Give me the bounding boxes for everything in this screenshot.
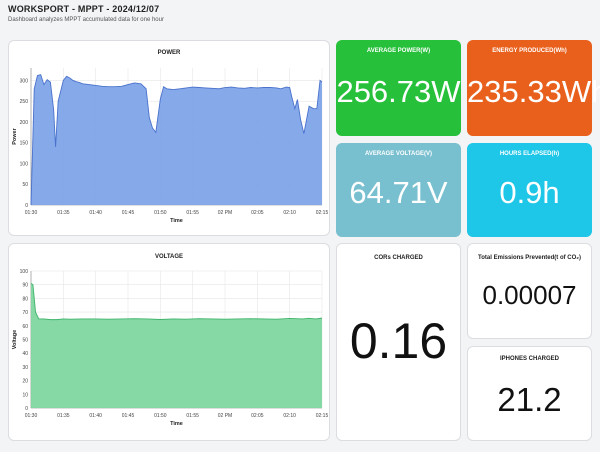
power-y-tick-label: 200 — [20, 120, 29, 126]
voltage-y-tick-label: 80 — [22, 296, 28, 302]
power-x-tick-label: 02:10 — [283, 210, 296, 216]
power-y-tick-label: 0 — [25, 203, 28, 209]
power-x-tick-label: 02 PM — [218, 210, 232, 216]
cors-charged-card: CORs CHARGED 0.16 — [336, 243, 461, 441]
average-power-value: 256.73W — [336, 74, 461, 109]
page-subtitle: Dashboard analyzes MPPT accumulated data… — [8, 17, 164, 23]
iphones-charged-value: 21.2 — [497, 381, 562, 418]
voltage-y-tick-label: 50 — [22, 338, 28, 344]
voltage-series-line — [30, 282, 323, 321]
voltage-y-tick-label: 60 — [22, 324, 28, 330]
power-y-tick-label: 250 — [20, 99, 29, 105]
voltage-x-tick-label: 01:40 — [89, 413, 102, 419]
energy-produced-card: ENERGY PRODUCED(Wh) 235.33Wh — [467, 40, 600, 136]
power-x-tick-label: 01:40 — [89, 210, 102, 216]
emissions-prevented-value: 0.00007 — [482, 280, 577, 310]
voltage-y-tick-label: 70 — [22, 310, 28, 316]
power-y-tick-label: 50 — [22, 182, 28, 188]
power-x-tick-label: 02:15 — [316, 210, 329, 216]
voltage-y-tick-label: 30 — [22, 365, 28, 371]
power-y-tick-label: 150 — [20, 141, 29, 147]
power-x-tick-label: 01:30 — [25, 210, 38, 216]
power-y-tick-label: 100 — [20, 161, 29, 167]
power-chart: 0 50 100 150 200 250 300 01:30 01:35 01:40 01:45 01… — [12, 68, 329, 224]
hours-elapsed-value: 0.9h — [499, 175, 560, 210]
voltage-chart-panel: VOLTAGE 0 10 20 30 40 50 60 70 80 90 100 01:30 01:35… — [8, 243, 330, 441]
emissions-prevented-card: Total Emissions Prevented(t of CO₂) 0.00… — [467, 243, 592, 339]
power-chart-panel: POWER 0 50 100 150 200 250 300 01:30 01:35 01:40 0… — [8, 40, 330, 236]
voltage-chart: 0 10 20 30 40 50 60 70 80 90 100 01:30 01:35 01:40 01:… — [12, 269, 329, 427]
voltage-x-tick-label: 02:15 — [316, 413, 329, 419]
voltage-y-tick-label: 10 — [22, 392, 28, 398]
cors-charged-value: 0.16 — [349, 313, 448, 369]
average-voltage-value: 64.71V — [349, 175, 448, 210]
power-x-tick-label: 02:05 — [251, 210, 264, 216]
voltage-x-tick-label: 02:10 — [283, 413, 296, 419]
power-x-tick-label: 01:35 — [57, 210, 70, 216]
cors-charged-label: CORs CHARGED — [374, 255, 423, 261]
voltage-y-tick-label: 40 — [22, 351, 28, 357]
voltage-x-tick-label: 01:55 — [186, 413, 199, 419]
voltage-x-tick-label: 01:45 — [122, 413, 135, 419]
power-x-tick-label: 01:55 — [186, 210, 199, 216]
energy-produced-label: ENERGY PRODUCED(Wh) — [492, 48, 567, 54]
power-x-tick-label: 01:50 — [154, 210, 167, 216]
power-y-axis-label: Power — [12, 127, 18, 144]
iphones-charged-card: IPHONES CHARGED 21.2 — [467, 346, 592, 441]
power-x-axis-label: Time — [170, 218, 183, 224]
voltage-x-tick-label: 01:30 — [25, 413, 38, 419]
average-power-card: AVERAGE POWER(W) 256.73W — [336, 40, 461, 136]
emissions-prevented-label: Total Emissions Prevented(t of CO₂) — [478, 255, 581, 261]
average-voltage-card: AVERAGE VOLTAGE(V) 64.71V — [336, 143, 461, 237]
voltage-x-tick-label: 01:35 — [57, 413, 70, 419]
voltage-x-tick-label: 02 PM — [218, 413, 232, 419]
hours-elapsed-label: HOURS ELAPSED(h) — [499, 151, 560, 157]
power-area-fill — [31, 74, 322, 205]
iphones-charged-label: IPHONES CHARGED — [499, 356, 559, 362]
voltage-x-tick-label: 02:05 — [251, 413, 264, 419]
power-x-tick-label: 01:45 — [122, 210, 135, 216]
voltage-y-tick-label: 0 — [25, 406, 28, 412]
average-voltage-label: AVERAGE VOLTAGE(V) — [364, 151, 432, 157]
voltage-x-axis-label: Time — [170, 421, 183, 427]
voltage-y-tick-label: 20 — [22, 379, 28, 385]
voltage-y-tick-label: 90 — [22, 283, 28, 289]
page-title: WORKSPORT - MPPT - 2024/12/07 — [8, 4, 160, 14]
voltage-y-tick-label: 100 — [20, 269, 29, 275]
voltage-x-tick-label: 01:50 — [154, 413, 167, 419]
voltage-area-fill — [31, 283, 322, 408]
average-power-label: AVERAGE POWER(W) — [366, 48, 431, 54]
hours-elapsed-card: HOURS ELAPSED(h) 0.9h — [467, 143, 592, 237]
voltage-y-axis-label: Voltage — [12, 330, 18, 349]
power-y-tick-label: 300 — [20, 78, 29, 84]
energy-produced-value: 235.33Wh — [467, 74, 600, 109]
